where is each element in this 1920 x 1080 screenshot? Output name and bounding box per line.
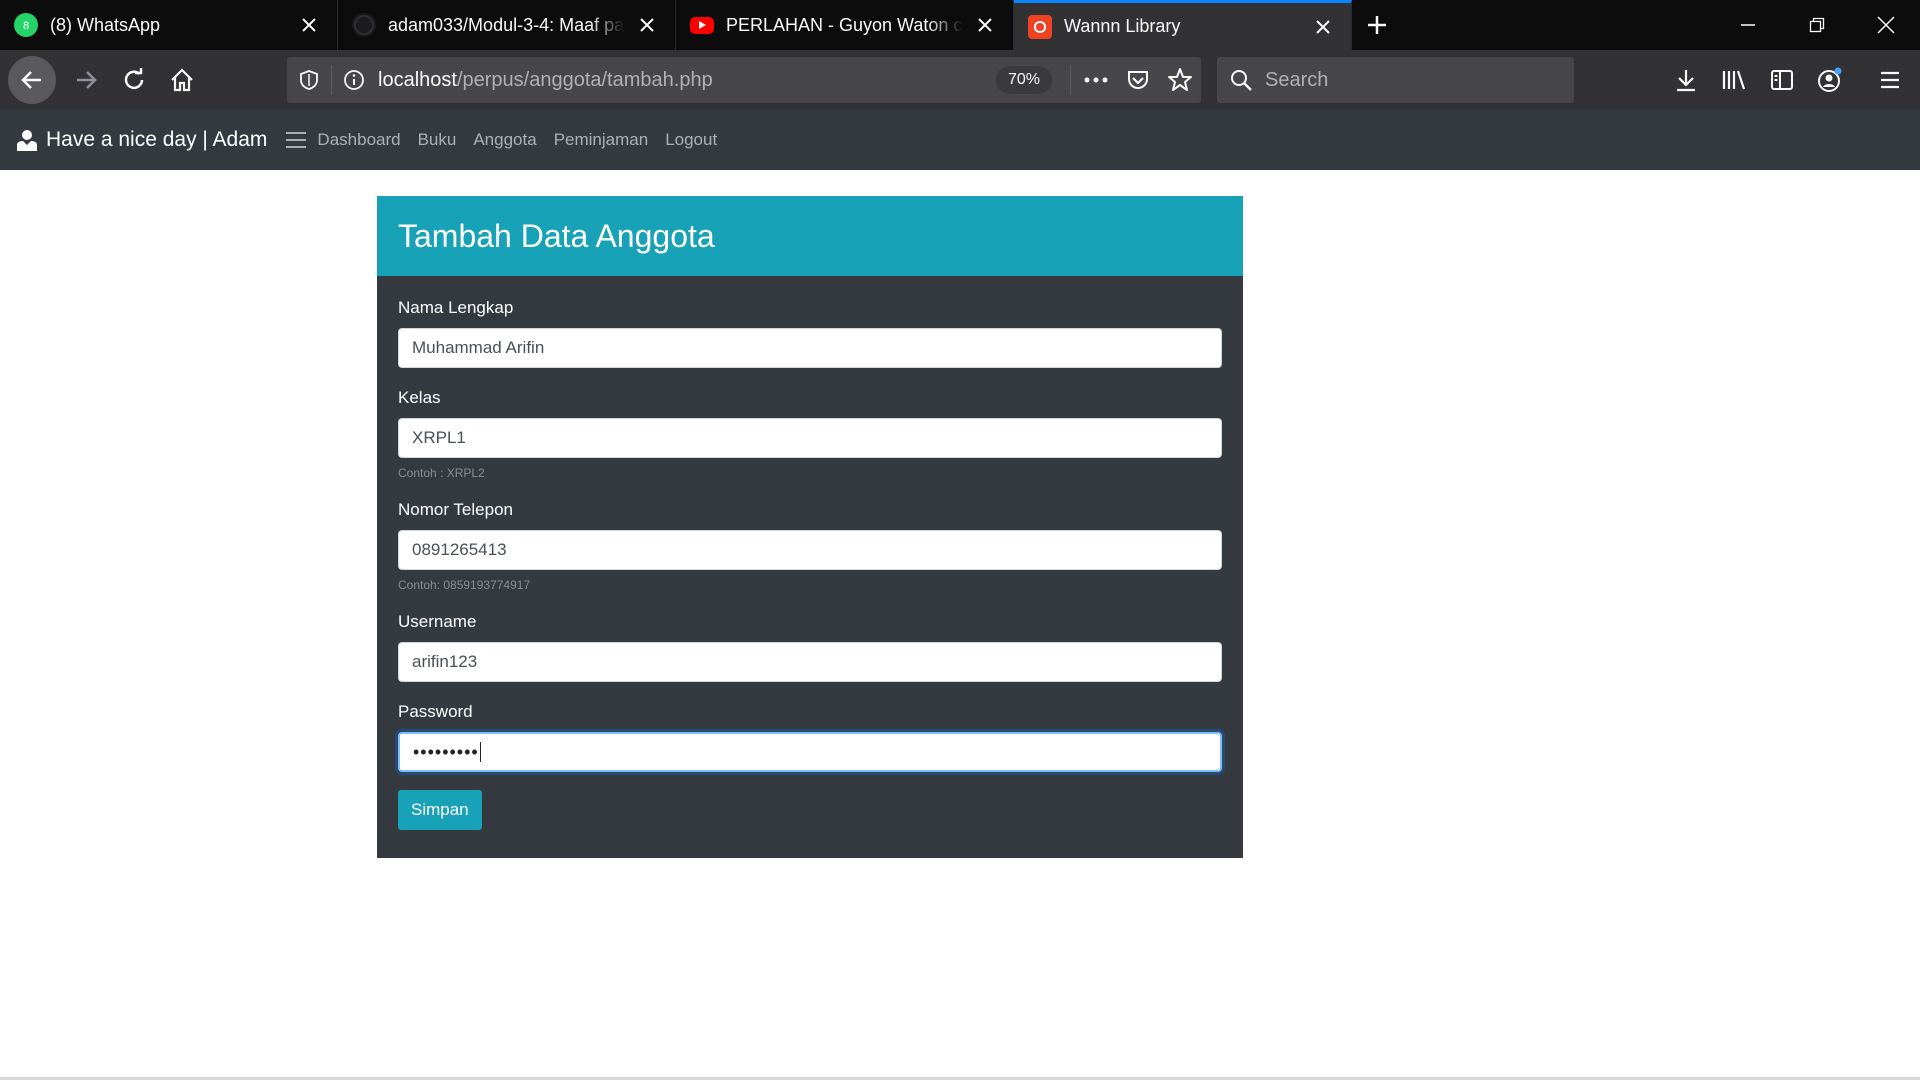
kelas-label: Kelas xyxy=(398,388,441,407)
url-path: /perpus/anggota/tambah.php xyxy=(456,68,713,91)
nav-link-buku[interactable]: Buku xyxy=(418,130,457,150)
forward-button[interactable] xyxy=(64,58,108,102)
whatsapp-icon: 8 xyxy=(14,13,38,37)
sidebar-icon xyxy=(1771,70,1793,90)
info-icon[interactable] xyxy=(336,57,372,103)
nama-lengkap-input[interactable]: Muhammad Arifin xyxy=(398,328,1222,368)
tab-github[interactable]: adam033/Modul-3-4: Maaf pak xyxy=(338,0,676,50)
url-text[interactable]: localhost/perpus/anggota/tambah.php xyxy=(378,69,996,92)
nav-link-anggota[interactable]: Anggota xyxy=(473,130,536,150)
menu-button[interactable] xyxy=(1866,56,1914,104)
tab-title: adam033/Modul-3-4: Maaf pak xyxy=(388,14,625,35)
shield-icon[interactable] xyxy=(291,57,327,103)
form-group-telepon: Nomor Telepon 0891265413 Contoh: 0859193… xyxy=(398,500,1222,592)
close-window-button[interactable] xyxy=(1851,0,1920,50)
telepon-label: Nomor Telepon xyxy=(398,500,513,519)
form-group-kelas: Kelas XRPL1 Contoh : XRPL2 xyxy=(398,388,1222,480)
card-header: Tambah Data Anggota xyxy=(377,196,1243,276)
codeigniter-icon xyxy=(1028,14,1052,39)
nav-link-logout[interactable]: Logout xyxy=(665,130,717,150)
user-tie-icon xyxy=(16,129,38,151)
home-button[interactable] xyxy=(160,58,204,102)
library-icon xyxy=(1722,70,1746,90)
search-input[interactable] xyxy=(1265,68,1565,92)
password-input[interactable]: ••••••••• xyxy=(398,732,1222,772)
simpan-button[interactable]: Simpan xyxy=(398,790,482,830)
tab-whatsapp[interactable]: 8 (8) WhatsApp xyxy=(0,0,338,50)
search-bar[interactable] xyxy=(1217,57,1574,103)
nav-link-peminjaman[interactable]: Peminjaman xyxy=(554,130,649,150)
form-group-password: Password ••••••••• xyxy=(398,702,1222,772)
window-controls xyxy=(1713,0,1920,50)
arrow-right-icon xyxy=(77,71,97,89)
telepon-help-text: Contoh: 0859193774917 xyxy=(398,578,531,592)
url-host: localhost xyxy=(378,68,457,91)
brand-text: Have a nice day | Adam xyxy=(46,128,268,151)
brand[interactable]: Have a nice day | Adam xyxy=(16,128,267,152)
reload-icon xyxy=(124,68,144,90)
form-group-nama: Nama Lengkap Muhammad Arifin xyxy=(398,298,1222,368)
card-body: Nama Lengkap Muhammad Arifin Kelas XRPL1… xyxy=(377,276,1243,830)
password-label: Password xyxy=(398,702,473,721)
hamburger-icon xyxy=(1881,71,1899,89)
minimize-icon xyxy=(1740,24,1755,26)
close-icon[interactable] xyxy=(297,13,321,37)
form-group-username: Username arifin123 xyxy=(398,612,1222,682)
account-icon xyxy=(1818,67,1842,92)
back-button[interactable] xyxy=(8,56,56,104)
tab-youtube[interactable]: PERLAHAN - Guyon Waton cov xyxy=(676,0,1014,50)
text-caret xyxy=(479,742,481,762)
youtube-icon xyxy=(690,16,714,34)
bookmark-star-icon[interactable] xyxy=(1159,57,1201,103)
plus-icon xyxy=(1368,16,1386,34)
close-icon xyxy=(1876,16,1895,34)
toolbar-right xyxy=(1662,50,1920,110)
nomor-telepon-input[interactable]: 0891265413 xyxy=(398,530,1222,570)
tab-title: PERLAHAN - Guyon Waton cov xyxy=(726,14,963,35)
bars-icon[interactable] xyxy=(285,131,307,149)
github-icon xyxy=(352,13,376,37)
download-icon xyxy=(1677,70,1695,92)
svg-text:8: 8 xyxy=(23,20,29,32)
site-navbar: Have a nice day | Adam Dashboard Buku An… xyxy=(0,110,1920,170)
tab-strip: 8 (8) WhatsApp adam033/Modul-3-4: Maaf p… xyxy=(0,0,1920,50)
url-separator xyxy=(1070,65,1071,95)
tab-title: Wannn Library xyxy=(1064,16,1181,36)
new-tab-button[interactable] xyxy=(1352,0,1402,50)
page-actions-icon[interactable] xyxy=(1075,57,1117,103)
close-icon[interactable] xyxy=(635,13,659,37)
tab-wannn-library[interactable]: Wannn Library xyxy=(1014,0,1352,50)
library-button[interactable] xyxy=(1710,56,1758,104)
username-label: Username xyxy=(398,612,477,631)
url-separator xyxy=(331,65,332,95)
close-icon[interactable] xyxy=(973,13,997,37)
username-input[interactable]: arifin123 xyxy=(398,642,1222,682)
arrow-left-icon xyxy=(21,71,41,89)
add-member-card: Tambah Data Anggota Nama Lengkap Muhamma… xyxy=(377,196,1243,858)
nav-link-dashboard[interactable]: Dashboard xyxy=(317,130,400,150)
browser-toolbar: localhost/perpus/anggota/tambah.php 70% xyxy=(0,50,1920,110)
sidebar-button[interactable] xyxy=(1758,56,1806,104)
password-mask: ••••••••• xyxy=(413,741,479,762)
close-icon[interactable] xyxy=(1311,15,1335,39)
reload-button[interactable] xyxy=(112,58,156,102)
zoom-indicator[interactable]: 70% xyxy=(995,66,1052,94)
home-icon xyxy=(171,68,193,92)
minimize-button[interactable] xyxy=(1713,0,1782,50)
restore-icon xyxy=(1809,17,1824,33)
nama-label: Nama Lengkap xyxy=(398,298,514,317)
tab-title: (8) WhatsApp xyxy=(50,14,161,35)
kelas-help-text: Contoh : XRPL2 xyxy=(398,466,485,480)
kelas-input[interactable]: XRPL1 xyxy=(398,418,1222,458)
search-icon xyxy=(1229,68,1253,92)
restore-button[interactable] xyxy=(1782,0,1851,50)
url-bar[interactable]: localhost/perpus/anggota/tambah.php 70% xyxy=(287,57,1201,103)
page-title: Tambah Data Anggota xyxy=(398,217,715,254)
pocket-icon[interactable] xyxy=(1117,57,1159,103)
downloads-button[interactable] xyxy=(1662,56,1710,104)
account-button[interactable] xyxy=(1806,56,1854,104)
